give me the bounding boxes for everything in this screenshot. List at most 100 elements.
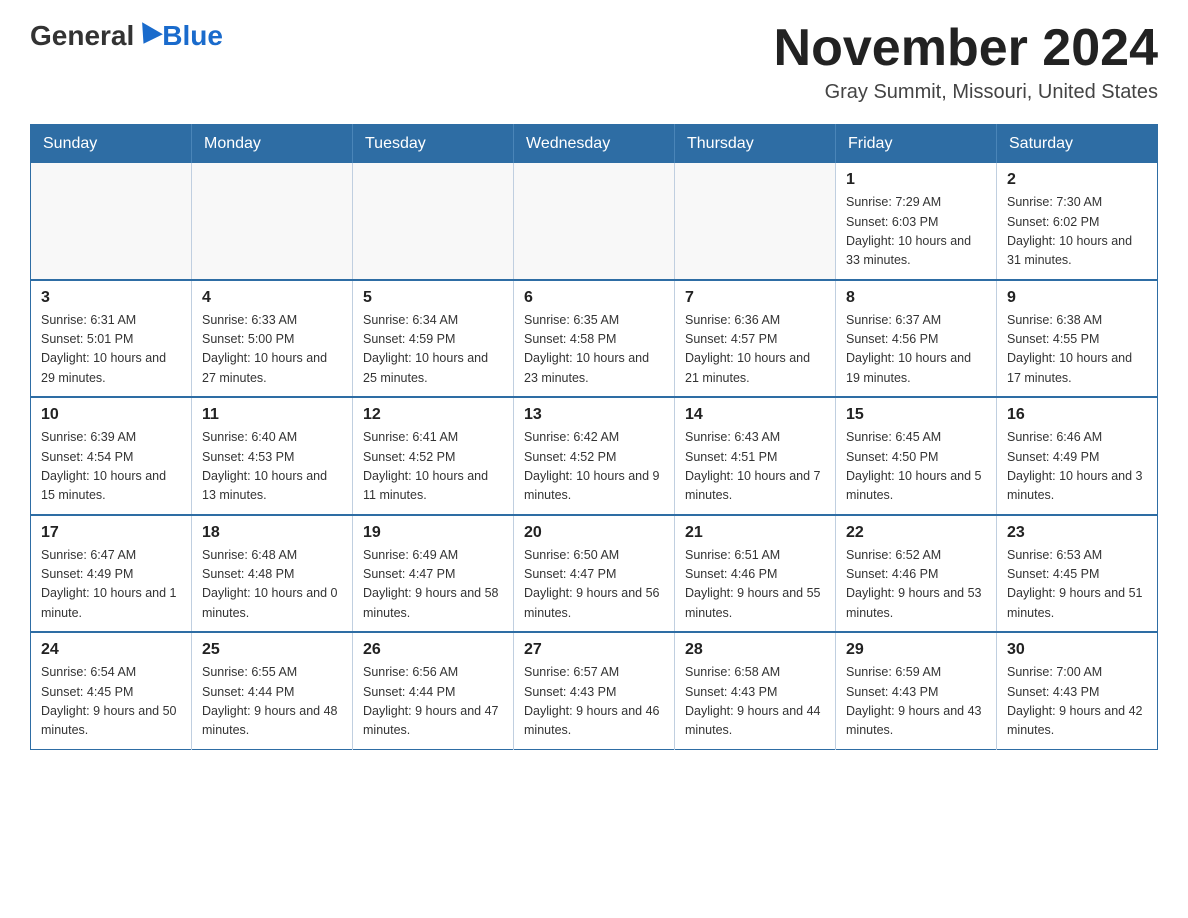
table-row: 12Sunrise: 6:41 AM Sunset: 4:52 PM Dayli… xyxy=(353,397,514,515)
page-header: General Blue November 2024 Gray Summit, … xyxy=(30,20,1158,104)
day-number: 30 xyxy=(1007,641,1147,659)
calendar-table: Sunday Monday Tuesday Wednesday Thursday… xyxy=(30,124,1158,750)
table-row: 22 Sunrise: 6:52 AM Sunset: 4:46 PM Dayli… xyxy=(836,515,997,633)
day-info: Sunrise: 6:52 AM Sunset: 4:46 PM Dayligh… xyxy=(846,546,986,624)
day-number: 27 xyxy=(524,641,664,659)
day-info: Sunrise: 6:31 AM Sunset: 5:01 PM Dayligh… xyxy=(41,311,181,389)
day-number: 14 xyxy=(685,406,825,424)
day-number: 7 xyxy=(685,289,825,307)
table-row xyxy=(31,163,192,280)
table-row: 8 Sunrise: 6:37 AM Sunset: 4:56 PM Daylig… xyxy=(836,280,997,398)
day-number: 4 xyxy=(202,289,342,307)
day-info: Sunrise: 6:45 AM Sunset: 4:50 PM Dayligh… xyxy=(846,428,986,506)
table-row: 20Sunrise: 6:50 AM Sunset: 4:47 PM Dayli… xyxy=(514,515,675,633)
table-row: 28 Sunrise: 6:58 AM Sunset: 4:43 PM Dayli… xyxy=(675,632,836,749)
day-info: Sunrise: 6:37 AM Sunset: 4:56 PM Dayligh… xyxy=(846,311,986,389)
table-row: 9Sunrise: 6:38 AM Sunset: 4:55 PM Daylig… xyxy=(997,280,1158,398)
table-row: 4 Sunrise: 6:33 AM Sunset: 5:00 PM Daylig… xyxy=(192,280,353,398)
day-info: Sunrise: 6:42 AM Sunset: 4:52 PM Dayligh… xyxy=(524,428,664,506)
day-number: 1 xyxy=(846,171,986,189)
table-row: 18Sunrise: 6:48 AM Sunset: 4:48 PM Dayli… xyxy=(192,515,353,633)
table-row: 13 Sunrise: 6:42 AM Sunset: 4:52 PM Dayli… xyxy=(514,397,675,515)
day-number: 15 xyxy=(846,406,986,424)
day-info: Sunrise: 6:35 AM Sunset: 4:58 PM Dayligh… xyxy=(524,311,664,389)
day-number: 9 xyxy=(1007,289,1147,307)
table-row: 25 Sunrise: 6:55 AM Sunset: 4:44 PM Dayli… xyxy=(192,632,353,749)
table-row: 11 Sunrise: 6:40 AM Sunset: 4:53 PM Dayli… xyxy=(192,397,353,515)
col-friday: Friday xyxy=(836,125,997,164)
table-row xyxy=(675,163,836,280)
day-number: 5 xyxy=(363,289,503,307)
day-number: 24 xyxy=(41,641,181,659)
day-info: Sunrise: 6:51 AM Sunset: 4:46 PM Dayligh… xyxy=(685,546,825,624)
day-info: Sunrise: 7:30 AM Sunset: 6:02 PM Dayligh… xyxy=(1007,193,1147,271)
calendar-week-row: 1 Sunrise: 7:29 AM Sunset: 6:03 PM Daylig… xyxy=(31,163,1158,280)
table-row: 5Sunrise: 6:34 AM Sunset: 4:59 PM Daylig… xyxy=(353,280,514,398)
day-info: Sunrise: 6:36 AM Sunset: 4:57 PM Dayligh… xyxy=(685,311,825,389)
day-info: Sunrise: 6:40 AM Sunset: 4:53 PM Dayligh… xyxy=(202,428,342,506)
day-info: Sunrise: 6:55 AM Sunset: 4:44 PM Dayligh… xyxy=(202,663,342,741)
table-row: 3 Sunrise: 6:31 AM Sunset: 5:01 PM Daylig… xyxy=(31,280,192,398)
day-info: Sunrise: 7:29 AM Sunset: 6:03 PM Dayligh… xyxy=(846,193,986,271)
day-number: 3 xyxy=(41,289,181,307)
calendar-week-row: 3 Sunrise: 6:31 AM Sunset: 5:01 PM Daylig… xyxy=(31,280,1158,398)
table-row xyxy=(353,163,514,280)
day-info: Sunrise: 6:58 AM Sunset: 4:43 PM Dayligh… xyxy=(685,663,825,741)
day-info: Sunrise: 6:56 AM Sunset: 4:44 PM Dayligh… xyxy=(363,663,503,741)
location-title: Gray Summit, Missouri, United States xyxy=(774,81,1158,104)
day-number: 25 xyxy=(202,641,342,659)
table-row: 24 Sunrise: 6:54 AM Sunset: 4:45 PM Dayli… xyxy=(31,632,192,749)
calendar-week-row: 17 Sunrise: 6:47 AM Sunset: 4:49 PM Dayli… xyxy=(31,515,1158,633)
table-row: 29 Sunrise: 6:59 AM Sunset: 4:43 PM Dayli… xyxy=(836,632,997,749)
day-info: Sunrise: 6:57 AM Sunset: 4:43 PM Dayligh… xyxy=(524,663,664,741)
calendar-week-row: 10 Sunrise: 6:39 AM Sunset: 4:54 PM Dayli… xyxy=(31,397,1158,515)
day-number: 17 xyxy=(41,524,181,542)
day-number: 26 xyxy=(363,641,503,659)
day-number: 16 xyxy=(1007,406,1147,424)
day-info: Sunrise: 6:33 AM Sunset: 5:00 PM Dayligh… xyxy=(202,311,342,389)
logo: General Blue xyxy=(30,20,223,48)
day-number: 21 xyxy=(685,524,825,542)
day-info: Sunrise: 6:53 AM Sunset: 4:45 PM Dayligh… xyxy=(1007,546,1147,624)
day-number: 28 xyxy=(685,641,825,659)
day-info: Sunrise: 6:46 AM Sunset: 4:49 PM Dayligh… xyxy=(1007,428,1147,506)
day-info: Sunrise: 6:43 AM Sunset: 4:51 PM Dayligh… xyxy=(685,428,825,506)
day-info: Sunrise: 6:59 AM Sunset: 4:43 PM Dayligh… xyxy=(846,663,986,741)
col-thursday: Thursday xyxy=(675,125,836,164)
logo-triangle-icon xyxy=(133,22,163,50)
logo-text: General Blue xyxy=(30,20,223,52)
table-row: 17 Sunrise: 6:47 AM Sunset: 4:49 PM Dayli… xyxy=(31,515,192,633)
col-saturday: Saturday xyxy=(997,125,1158,164)
day-info: Sunrise: 6:47 AM Sunset: 4:49 PM Dayligh… xyxy=(41,546,181,624)
table-row: 7 Sunrise: 6:36 AM Sunset: 4:57 PM Daylig… xyxy=(675,280,836,398)
table-row: 1 Sunrise: 7:29 AM Sunset: 6:03 PM Daylig… xyxy=(836,163,997,280)
day-info: Sunrise: 6:48 AM Sunset: 4:48 PM Dayligh… xyxy=(202,546,342,624)
day-number: 23 xyxy=(1007,524,1147,542)
day-number: 10 xyxy=(41,406,181,424)
table-row: 10 Sunrise: 6:39 AM Sunset: 4:54 PM Dayli… xyxy=(31,397,192,515)
title-area: November 2024 Gray Summit, Missouri, Uni… xyxy=(774,20,1158,104)
month-title: November 2024 xyxy=(774,20,1158,77)
table-row: 19Sunrise: 6:49 AM Sunset: 4:47 PM Dayli… xyxy=(353,515,514,633)
table-row: 23 Sunrise: 6:53 AM Sunset: 4:45 PM Dayli… xyxy=(997,515,1158,633)
day-info: Sunrise: 6:54 AM Sunset: 4:45 PM Dayligh… xyxy=(41,663,181,741)
table-row: 2 Sunrise: 7:30 AM Sunset: 6:02 PM Daylig… xyxy=(997,163,1158,280)
table-row: 16 Sunrise: 6:46 AM Sunset: 4:49 PM Dayli… xyxy=(997,397,1158,515)
day-info: Sunrise: 6:39 AM Sunset: 4:54 PM Dayligh… xyxy=(41,428,181,506)
logo-blue: Blue xyxy=(162,20,223,52)
day-number: 11 xyxy=(202,406,342,424)
table-row: 26 Sunrise: 6:56 AM Sunset: 4:44 PM Dayli… xyxy=(353,632,514,749)
col-monday: Monday xyxy=(192,125,353,164)
table-row: 30Sunrise: 7:00 AM Sunset: 4:43 PM Dayli… xyxy=(997,632,1158,749)
table-row xyxy=(192,163,353,280)
table-row: 15 Sunrise: 6:45 AM Sunset: 4:50 PM Dayli… xyxy=(836,397,997,515)
table-row: 27 Sunrise: 6:57 AM Sunset: 4:43 PM Dayli… xyxy=(514,632,675,749)
day-number: 29 xyxy=(846,641,986,659)
day-number: 22 xyxy=(846,524,986,542)
col-wednesday: Wednesday xyxy=(514,125,675,164)
day-number: 2 xyxy=(1007,171,1147,189)
day-number: 13 xyxy=(524,406,664,424)
day-info: Sunrise: 6:49 AM Sunset: 4:47 PM Dayligh… xyxy=(363,546,503,624)
day-number: 8 xyxy=(846,289,986,307)
calendar-week-row: 24 Sunrise: 6:54 AM Sunset: 4:45 PM Dayli… xyxy=(31,632,1158,749)
